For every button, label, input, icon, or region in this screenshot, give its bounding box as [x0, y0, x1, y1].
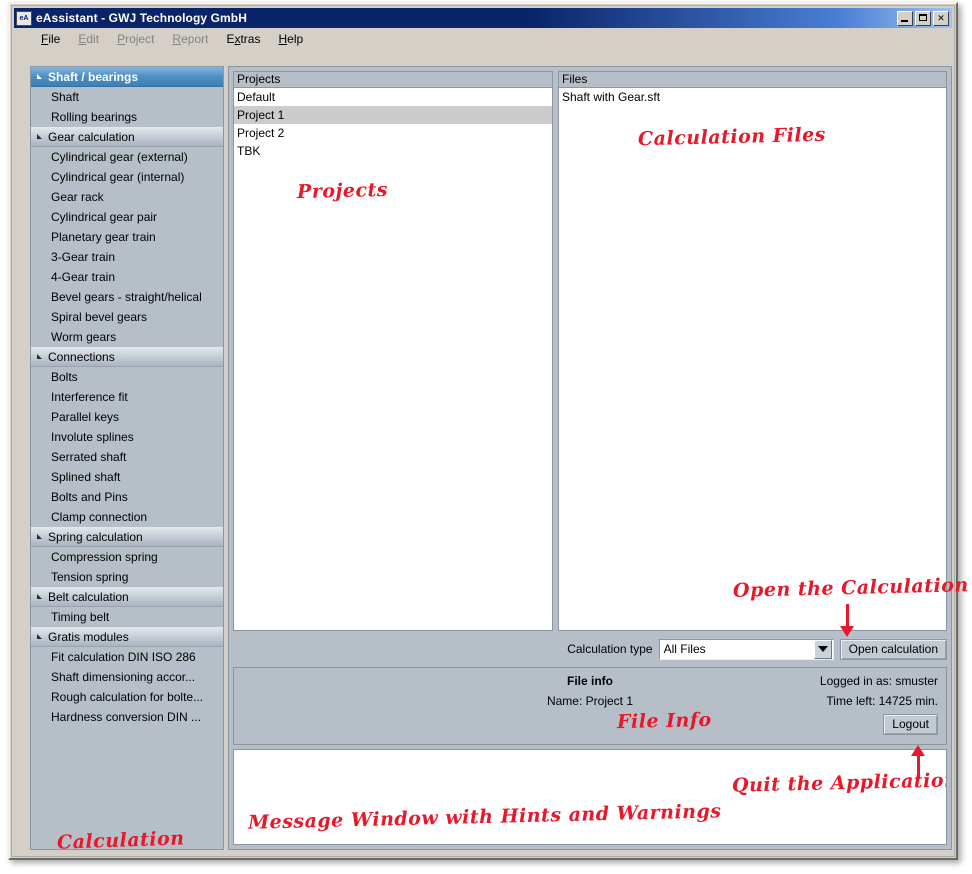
sidebar-group-gear-calculation[interactable]: Gear calculation — [31, 127, 223, 147]
sidebar-item-3-gear-train[interactable]: 3-Gear train — [31, 247, 223, 267]
sidebar-item-spiral-bevel-gears[interactable]: Spiral bevel gears — [31, 307, 223, 327]
sidebar-group-label: Gratis modules — [48, 627, 129, 647]
maximize-button[interactable] — [915, 11, 931, 26]
sidebar-group-gratis-modules[interactable]: Gratis modules — [31, 627, 223, 647]
sidebar-item-parallel-keys[interactable]: Parallel keys — [31, 407, 223, 427]
menu-extras[interactable]: Extras — [217, 30, 269, 48]
expand-arrow-icon — [37, 534, 42, 539]
annotation-calculation-modules: Calculation Modules — [57, 829, 217, 850]
sidebar-item-bevel-gears-straight-helical[interactable]: Bevel gears - straight/helical — [31, 287, 223, 307]
message-window[interactable]: Message Window with Hints and Warnings Q… — [233, 749, 947, 845]
window-controls: ✕ — [897, 11, 950, 26]
right-panel: Projects DefaultProject 1Project 2TBK Pr… — [228, 66, 952, 850]
time-left: Time left: 14725 min. — [826, 694, 938, 708]
sidebar-item-involute-splines[interactable]: Involute splines — [31, 427, 223, 447]
menu-edit[interactable]: Edit — [69, 30, 108, 48]
annotation-file-info: File Info — [617, 709, 712, 733]
application-window: eA eAssistant - GWJ Technology GmbH ✕ Fi… — [8, 2, 958, 860]
project-list-item[interactable]: TBK — [234, 142, 552, 160]
sidebar-item-hardness-conversion-din[interactable]: Hardness conversion DIN ... — [31, 707, 223, 727]
sidebar-item-clamp-connection[interactable]: Clamp connection — [31, 507, 223, 527]
sidebar-item-tension-spring[interactable]: Tension spring — [31, 567, 223, 587]
expand-arrow-icon — [37, 634, 42, 639]
minimize-button[interactable] — [897, 11, 913, 26]
close-button[interactable]: ✕ — [933, 11, 949, 26]
annotation-calculation-modules-line1: Calculation — [57, 826, 218, 850]
calculation-type-select[interactable]: All Files — [659, 639, 834, 660]
sidebar-item-fit-calculation-din-iso-286[interactable]: Fit calculation DIN ISO 286 — [31, 647, 223, 667]
app-icon: eA — [16, 11, 32, 26]
content-area: Shaft / bearingsShaftRolling bearingsGea… — [16, 52, 950, 852]
calculation-type-label: Calculation type — [567, 642, 652, 656]
menu-report[interactable]: Report — [163, 30, 217, 48]
annotation-quit-the-application: Quit the Application — [732, 769, 947, 797]
minimize-icon — [901, 20, 908, 22]
sidebar-item-splined-shaft[interactable]: Splined shaft — [31, 467, 223, 487]
chevron-down-icon[interactable] — [814, 640, 832, 659]
sidebar-item-timing-belt[interactable]: Timing belt — [31, 607, 223, 627]
logged-in-as: Logged in as: smuster — [820, 674, 938, 688]
project-list-item[interactable]: Default — [234, 88, 552, 106]
calculation-type-value: All Files — [660, 642, 814, 656]
logout-button[interactable]: Logout — [883, 714, 938, 735]
sidebar-item-gear-rack[interactable]: Gear rack — [31, 187, 223, 207]
menu-file[interactable]: File — [32, 30, 69, 48]
sidebar-item-rough-calculation-for-bolte[interactable]: Rough calculation for bolte... — [31, 687, 223, 707]
menu-help[interactable]: Help — [269, 30, 312, 48]
sidebar-group-belt-calculation[interactable]: Belt calculation — [31, 587, 223, 607]
sidebar-item-shaft[interactable]: Shaft — [31, 87, 223, 107]
sidebar-item-serrated-shaft[interactable]: Serrated shaft — [31, 447, 223, 467]
expand-arrow-icon — [37, 354, 42, 359]
window-title: eAssistant - GWJ Technology GmbH — [36, 11, 247, 25]
sidebar-group-shaft-bearings[interactable]: Shaft / bearings — [31, 67, 223, 87]
sidebar-item-bolts[interactable]: Bolts — [31, 367, 223, 387]
sidebar-group-connections[interactable]: Connections — [31, 347, 223, 367]
sidebar-item-cylindrical-gear-external[interactable]: Cylindrical gear (external) — [31, 147, 223, 167]
sidebar-group-label: Belt calculation — [48, 587, 129, 607]
open-calculation-button[interactable]: Open calculation — [840, 639, 947, 660]
menu-project[interactable]: Project — [108, 30, 163, 48]
module-tree: Shaft / bearingsShaftRolling bearingsGea… — [31, 67, 223, 727]
sidebar-group-spring-calculation[interactable]: Spring calculation — [31, 527, 223, 547]
files-pane: Files Shaft with Gear.sft Calculation Fi… — [558, 71, 947, 631]
expand-arrow-icon — [37, 134, 42, 139]
window-inner-frame: eA eAssistant - GWJ Technology GmbH ✕ Fi… — [11, 5, 955, 857]
expand-arrow-icon — [37, 74, 42, 79]
caret-down-glyph — [818, 646, 828, 652]
expand-arrow-icon — [37, 594, 42, 599]
sidebar-item-worm-gears[interactable]: Worm gears — [31, 327, 223, 347]
maximize-icon — [919, 14, 927, 21]
sidebar: Shaft / bearingsShaftRolling bearingsGea… — [30, 66, 224, 850]
file-list-item[interactable]: Shaft with Gear.sft — [559, 88, 946, 106]
file-info-panel: File info Name: Project 1 Logged in as: … — [233, 667, 947, 745]
sidebar-group-label: Connections — [48, 347, 115, 367]
projects-list[interactable]: DefaultProject 1Project 2TBK — [234, 88, 552, 630]
sidebar-item-rolling-bearings[interactable]: Rolling bearings — [31, 107, 223, 127]
calculation-type-bar: Calculation type All Files Open calculat… — [233, 635, 947, 663]
sidebar-item-cylindrical-gear-internal[interactable]: Cylindrical gear (internal) — [31, 167, 223, 187]
sidebar-item-shaft-dimensioning-accor[interactable]: Shaft dimensioning accor... — [31, 667, 223, 687]
sidebar-group-label: Spring calculation — [48, 527, 143, 547]
files-header: Files — [559, 72, 946, 88]
sidebar-item-interference-fit[interactable]: Interference fit — [31, 387, 223, 407]
title-bar: eA eAssistant - GWJ Technology GmbH ✕ — [14, 8, 952, 28]
menu-bar: File Edit Project Report Extras Help — [14, 28, 952, 50]
sidebar-item-4-gear-train[interactable]: 4-Gear train — [31, 267, 223, 287]
sidebar-group-label: Gear calculation — [48, 127, 135, 147]
projects-header: Projects — [234, 72, 552, 88]
project-list-item[interactable]: Project 2 — [234, 124, 552, 142]
split-row: Projects DefaultProject 1Project 2TBK Pr… — [233, 71, 947, 631]
files-list[interactable]: Shaft with Gear.sft — [559, 88, 946, 630]
projects-pane: Projects DefaultProject 1Project 2TBK Pr… — [233, 71, 553, 631]
sidebar-item-bolts-and-pins[interactable]: Bolts and Pins — [31, 487, 223, 507]
sidebar-item-planetary-gear-train[interactable]: Planetary gear train — [31, 227, 223, 247]
project-list-item[interactable]: Project 1 — [234, 106, 552, 124]
sidebar-item-cylindrical-gear-pair[interactable]: Cylindrical gear pair — [31, 207, 223, 227]
annotation-message-window: Message Window with Hints and Warnings — [248, 800, 722, 834]
sidebar-group-label: Shaft / bearings — [48, 67, 138, 87]
sidebar-item-compression-spring[interactable]: Compression spring — [31, 547, 223, 567]
